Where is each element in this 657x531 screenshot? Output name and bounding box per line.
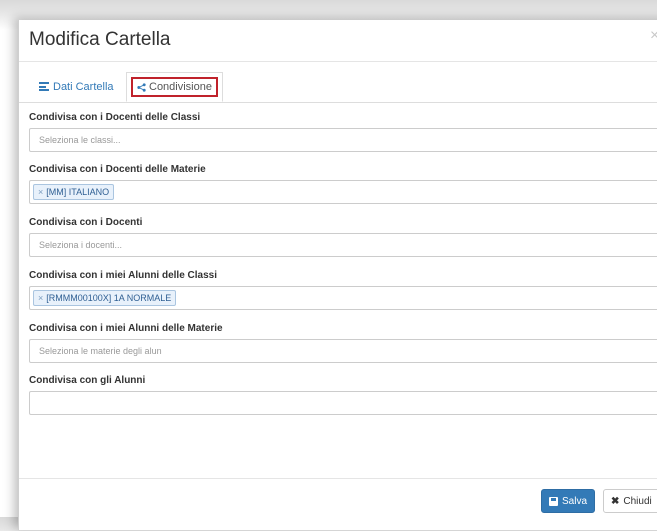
placeholder-text: Seleziona i docenti... (39, 240, 123, 250)
field-label-docenti: Condivisa con i Docenti (29, 217, 143, 228)
docenti-select[interactable]: Seleziona i docenti... (29, 233, 657, 257)
tab-label: Condivisione (149, 81, 212, 93)
modal-footer: Salva ✖ Chiudi (19, 478, 657, 531)
close-label: Chiudi (623, 495, 652, 507)
list-icon (39, 82, 49, 91)
alunni-materie-select[interactable]: Seleziona le materie degli alun (29, 339, 657, 363)
placeholder-text: Seleziona le classi... (39, 135, 121, 145)
tag-label: [MM] ITALIANO (46, 187, 110, 197)
share-icon (137, 82, 146, 92)
field-label-docenti-materie: Condivisa con i Docenti delle Materie (29, 164, 206, 175)
placeholder-text: Seleziona le materie degli alun (39, 346, 162, 356)
save-label: Salva (562, 495, 588, 507)
close-x-icon: ✖ (611, 495, 620, 507)
modal-header: Modifica Cartella × (19, 20, 657, 62)
alunni-classi-select[interactable]: × [RMMM00100X] 1A NORMALE (29, 286, 657, 310)
close-icon[interactable]: × (650, 28, 657, 44)
save-button[interactable]: Salva (541, 489, 596, 513)
docenti-classi-select[interactable]: Seleziona le classi... (29, 128, 657, 152)
field-label-alunni-classi: Condivisa con i miei Alunni delle Classi (29, 270, 218, 281)
field-label-alunni: Condivisa con gli Alunni (29, 375, 146, 386)
edit-folder-modal: Modifica Cartella × Dati Cartella Condiv… (18, 20, 657, 530)
close-button[interactable]: ✖ Chiudi (603, 489, 657, 513)
selected-tag: × [RMMM00100X] 1A NORMALE (33, 290, 177, 306)
floppy-disk-icon (549, 496, 558, 506)
highlight-box: Condivisione (131, 77, 218, 97)
alunni-select[interactable] (29, 391, 657, 415)
remove-tag-icon[interactable]: × (38, 187, 43, 197)
selected-tag: × [MM] ITALIANO (33, 184, 115, 200)
tab-condivisione[interactable]: Condivisione (126, 72, 223, 102)
field-label-docenti-classi: Condivisa con i Docenti delle Classi (29, 112, 201, 123)
remove-tag-icon[interactable]: × (38, 293, 43, 303)
tab-dati-cartella[interactable]: Dati Cartella (29, 72, 124, 101)
tab-label: Dati Cartella (53, 80, 114, 93)
tab-bar: Dati Cartella Condivisione (19, 72, 657, 103)
docenti-materie-select[interactable]: × [MM] ITALIANO (29, 180, 657, 204)
tag-label: [RMMM00100X] 1A NORMALE (46, 293, 172, 303)
field-label-alunni-materie: Condivisa con i miei Alunni delle Materi… (29, 323, 223, 334)
modal-title: Modifica Cartella (29, 29, 171, 50)
